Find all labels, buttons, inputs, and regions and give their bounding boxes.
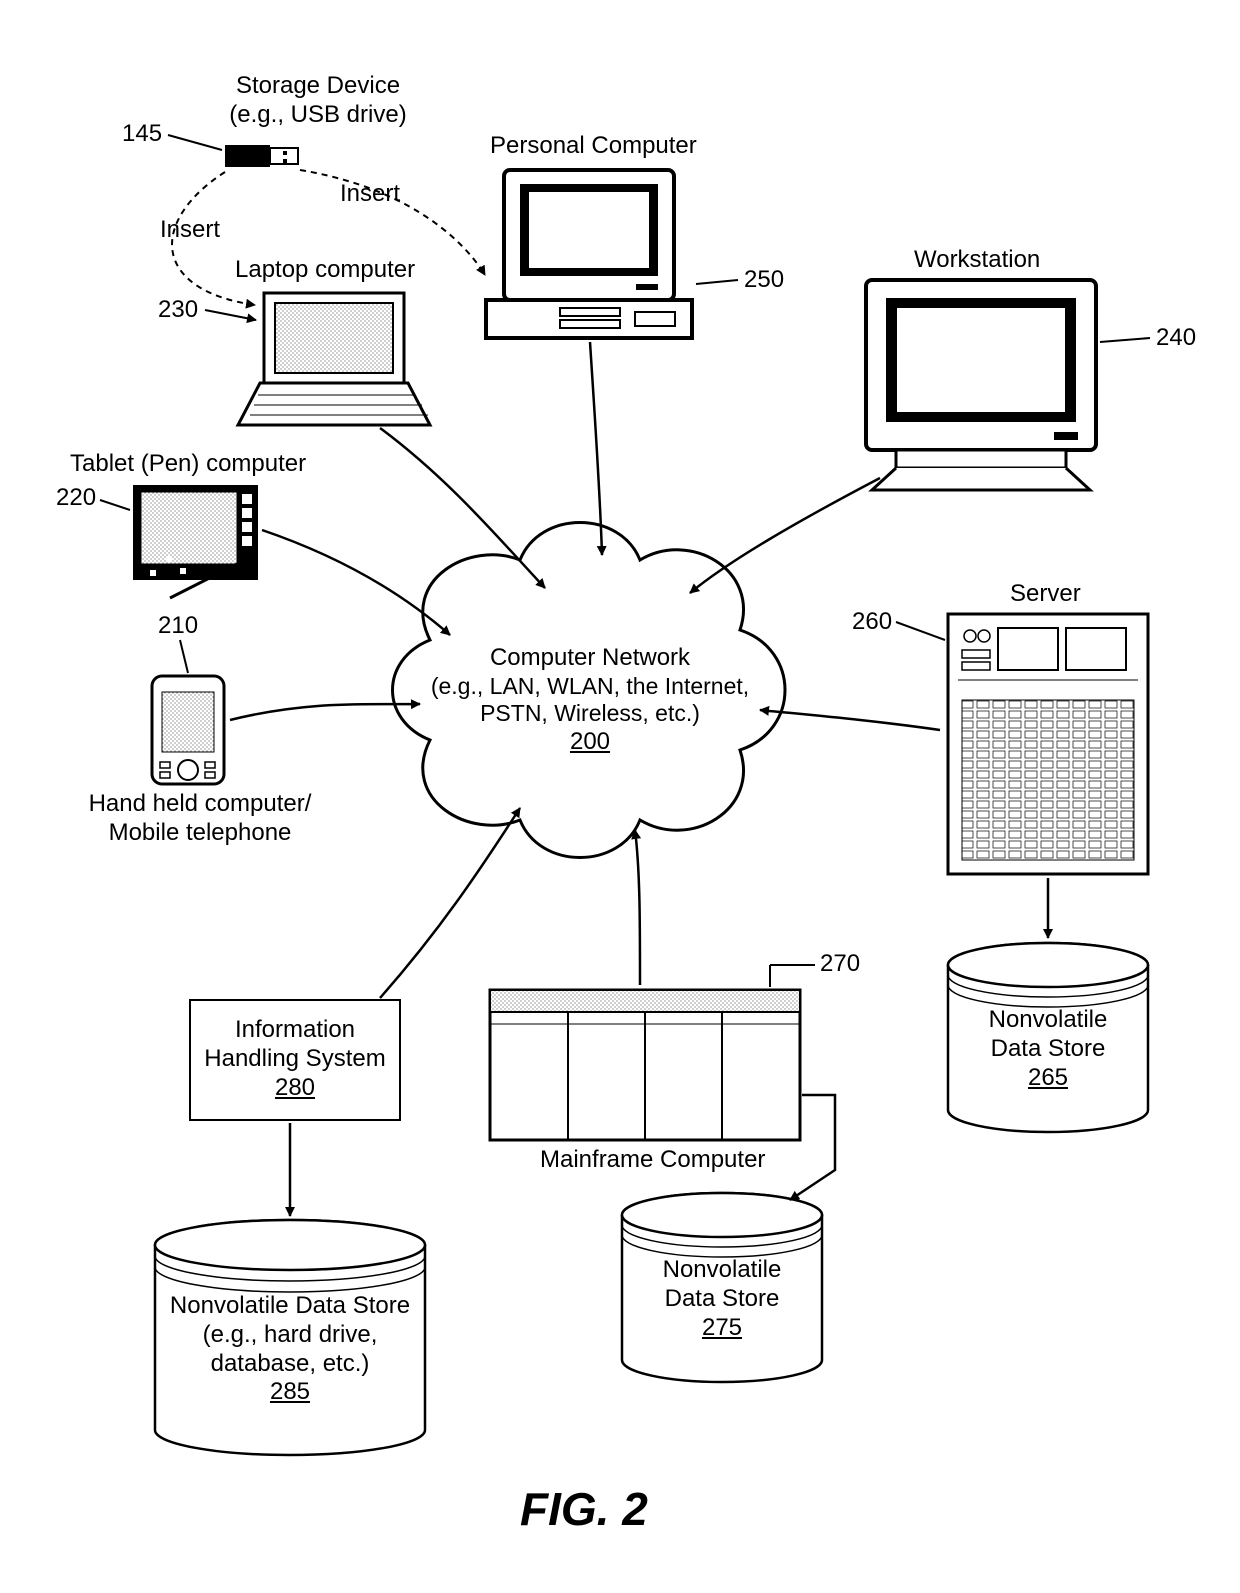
- diagram-canvas: Storage Device(e.g., USB drive) 145 Inse…: [0, 0, 1240, 1593]
- tablet-icon: [133, 485, 258, 598]
- workstation-label: Workstation: [914, 246, 1040, 275]
- handheld-icon: [152, 676, 224, 784]
- network-label: Computer Network (e.g., LAN, WLAN, the I…: [430, 644, 750, 757]
- handheld-text: Hand held computer/Mobile telephone: [89, 790, 312, 846]
- datastore-265-text: NonvolatileData Store: [948, 1006, 1148, 1064]
- ref-265: 265: [948, 1064, 1148, 1093]
- server-label: Server: [1010, 580, 1081, 609]
- ref-280: 280: [190, 1074, 400, 1103]
- laptop-icon: [238, 293, 430, 425]
- handheld-label: Hand held computer/Mobile telephone: [70, 790, 330, 848]
- ref-210: 210: [158, 612, 198, 640]
- tablet-label: Tablet (Pen) computer: [70, 450, 306, 479]
- figure-caption: FIG. 2: [520, 1482, 648, 1536]
- datastore-275-label: NonvolatileData Store 275: [622, 1256, 822, 1342]
- mainframe-icon: [490, 990, 800, 1140]
- ref-260: 260: [852, 608, 892, 636]
- datastore-265-label: NonvolatileData Store 265: [948, 1006, 1148, 1092]
- storage-device-label: Storage Device(e.g., USB drive): [188, 72, 448, 130]
- laptop-label: Laptop computer: [235, 256, 415, 285]
- ref-275: 275: [622, 1314, 822, 1343]
- network-title: Computer Network: [430, 644, 750, 673]
- mainframe-label: Mainframe Computer: [540, 1146, 765, 1175]
- ihs-label: InformationHandling System 280: [190, 1016, 400, 1102]
- insert-left-label: Insert: [160, 216, 220, 245]
- ref-220: 220: [56, 484, 96, 512]
- datastore-285-text: Nonvolatile Data Store(e.g., hard drive,…: [155, 1292, 425, 1378]
- insert-right-label: Insert: [340, 180, 400, 209]
- network-subtitle: (e.g., LAN, WLAN, the Internet,PSTN, Wir…: [430, 673, 750, 728]
- pc-label: Personal Computer: [490, 132, 697, 161]
- workstation-icon: [866, 280, 1096, 490]
- server-icon: [948, 614, 1148, 874]
- usb-drive-icon: [225, 145, 298, 167]
- ref-230: 230: [158, 296, 198, 324]
- ref-270: 270: [820, 950, 860, 978]
- ref-145: 145: [122, 120, 162, 148]
- ref-200: 200: [430, 728, 750, 757]
- datastore-275-text: NonvolatileData Store: [622, 1256, 822, 1314]
- ref-240: 240: [1156, 324, 1196, 352]
- pc-icon: [486, 170, 692, 338]
- ihs-text: InformationHandling System: [190, 1016, 400, 1074]
- storage-device-text: Storage Device(e.g., USB drive): [229, 72, 406, 128]
- ref-285: 285: [155, 1378, 425, 1407]
- ref-250: 250: [744, 266, 784, 294]
- datastore-285-label: Nonvolatile Data Store(e.g., hard drive,…: [155, 1292, 425, 1407]
